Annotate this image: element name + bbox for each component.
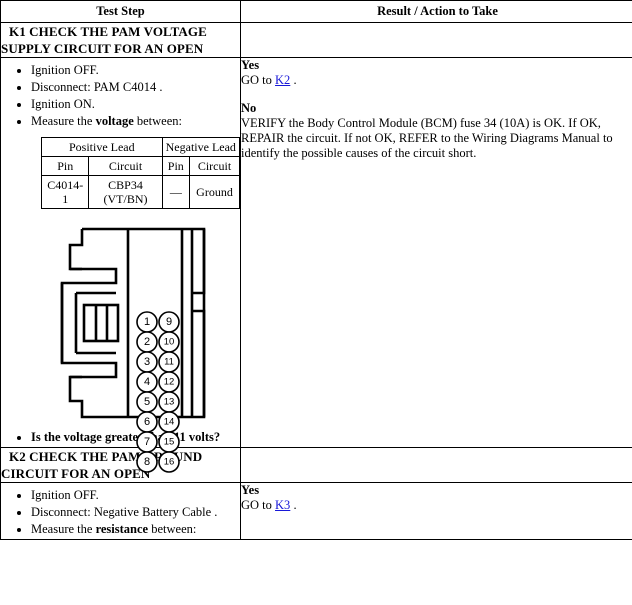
pin-label-9: 9 xyxy=(166,316,172,328)
leads-value-pos-circuit-line2: (VT/BN) xyxy=(103,192,148,206)
column-header-result-action: Result / Action to Take xyxy=(240,0,632,23)
connector-diagram-wrapper xyxy=(1,225,240,425)
step-k2-bullet-list: Ignition OFF. Disconnect: Negative Batte… xyxy=(1,487,240,537)
leads-group-header-row: Positive Lead Negative Lead xyxy=(41,137,241,157)
result-yes-label: Yes xyxy=(241,58,260,72)
pin-label-15: 15 xyxy=(164,437,175,448)
list-item: Measure the voltage between: xyxy=(31,113,240,129)
result-no-body: VERIFY the Body Control Module (BCM) fus… xyxy=(241,116,613,160)
step-k1-title-cell: K1 CHECK THE PAM VOLTAGE SUPPLY CIRCUIT … xyxy=(0,22,241,58)
leads-value-pos-pin: C4014-1 xyxy=(40,175,90,209)
pin-label-5: 5 xyxy=(144,396,150,408)
table-row: C4014-1 CBP34 (VT/BN) — Ground xyxy=(40,175,240,209)
result-no-label: No xyxy=(241,101,257,115)
step-k1-bullet-list: Ignition OFF. Disconnect: PAM C4014 . Ig… xyxy=(1,62,240,129)
pin-label-1: 1 xyxy=(144,316,150,328)
step-k1-title-line2: SUPPLY CIRCUIT FOR AN OPEN xyxy=(1,41,204,56)
leads-value-neg-circuit: Ground xyxy=(189,175,240,209)
document-page: Test Step Result / Action to Take K1 CHE… xyxy=(0,0,632,605)
step-k1-title-line1: K1 CHECK THE PAM VOLTAGE xyxy=(9,24,207,39)
result-yes-label-k2: Yes xyxy=(241,483,260,497)
list-item: Disconnect: PAM C4014 . xyxy=(31,79,240,95)
table-header-row: Test Step Result / Action to Take xyxy=(0,0,632,23)
result-yes-body: GO to K2 . xyxy=(241,73,632,88)
pin-label-6: 6 xyxy=(144,416,150,428)
list-item: Disconnect: Negative Battery Cable . xyxy=(31,504,240,520)
leads-header-neg-circuit: Circuit xyxy=(189,156,240,176)
step-k2-body-row: Ignition OFF. Disconnect: Negative Batte… xyxy=(0,482,632,540)
measurement-leads-table: Positive Lead Negative Lead Pin Circuit … xyxy=(40,137,241,209)
list-item: Ignition ON. xyxy=(31,96,240,112)
leads-header-neg-pin: Pin xyxy=(161,156,191,176)
measure-voltage-text: Measure the voltage between: xyxy=(31,114,182,128)
leads-column-header-row: Pin Circuit Pin Circuit xyxy=(40,156,240,176)
step-k1-question-list: Is the voltage greater than 11 volts? xyxy=(1,429,240,445)
pin-label-7: 7 xyxy=(144,436,150,448)
measure-resistance-text-keyword: resistance xyxy=(95,522,149,536)
leads-value-pos-circuit: CBP34 (VT/BN) xyxy=(88,175,163,209)
pin-label-12: 12 xyxy=(164,377,175,388)
pin-label-2: 2 xyxy=(144,336,150,348)
step-k2-title-line1: K2 CHECK THE PAM GROUND xyxy=(9,449,203,464)
measure-voltage-text-keyword: voltage xyxy=(95,114,134,128)
pin-label-14: 14 xyxy=(164,417,175,428)
leads-header-pos-circuit: Circuit xyxy=(88,156,163,176)
leads-value-neg-pin: — xyxy=(161,175,191,209)
step-k1-body-row: Ignition OFF. Disconnect: PAM C4014 . Ig… xyxy=(0,57,632,473)
result-yes-text-pre: GO to xyxy=(241,73,276,87)
step-k2-body-cell: Ignition OFF. Disconnect: Negative Batte… xyxy=(0,482,241,540)
pin-label-8: 8 xyxy=(144,456,150,468)
pin-label-10: 10 xyxy=(164,337,175,348)
pin-circles-svg: 1 9 2 10 3 11 4 12 5 13 6 14 7 15 8 16 xyxy=(136,311,180,473)
step-k2-title-row: K2 CHECK THE PAM GROUND CIRCUIT FOR AN O… xyxy=(0,447,632,483)
pin-label-3: 3 xyxy=(144,356,150,368)
leads-group-positive: Positive Lead xyxy=(41,137,163,157)
step-k1-body-cell: Ignition OFF. Disconnect: PAM C4014 . Ig… xyxy=(0,57,241,473)
step-k1-result-cell: Yes GO to K2 . No VERIFY the Body Contro… xyxy=(240,57,632,448)
list-item: Ignition OFF. xyxy=(31,62,240,78)
pin-label-16: 16 xyxy=(164,457,175,468)
connector-pin-circles: 1 9 2 10 3 11 4 12 5 13 6 14 7 15 8 16 xyxy=(135,311,183,477)
result-yes-text-pre-k2: GO to xyxy=(241,498,276,512)
step-k1-title-row: K1 CHECK THE PAM VOLTAGE SUPPLY CIRCUIT … xyxy=(0,22,632,58)
leads-value-pos-circuit-line1: CBP34 xyxy=(108,178,143,192)
pin-label-11: 11 xyxy=(164,357,174,368)
step-k2-title-line2: CIRCUIT FOR AN OPEN xyxy=(1,466,151,481)
leads-header-pos-pin: Pin xyxy=(40,156,90,176)
step-k1-title-result-spacer xyxy=(240,22,632,58)
measure-resistance-text: Measure the resistance between: xyxy=(31,522,197,536)
step-k2-result-cell: Yes GO to K3 . xyxy=(240,482,632,540)
result-spacer xyxy=(241,88,632,101)
pinpoint-test-table: Test Step Result / Action to Take K1 CHE… xyxy=(0,0,632,540)
link-k3[interactable]: K3 xyxy=(275,498,290,512)
list-item: Measure the resistance between: xyxy=(31,521,240,537)
list-item: Ignition OFF. xyxy=(31,487,240,503)
column-header-test-step: Test Step xyxy=(0,0,241,23)
step-k2-title-result-spacer xyxy=(240,447,632,483)
pin-label-13: 13 xyxy=(164,397,175,408)
pin-label-4: 4 xyxy=(144,376,150,388)
result-yes-text-post-k2: . xyxy=(290,498,297,512)
link-k2[interactable]: K2 xyxy=(275,73,290,87)
result-yes-body-k2: GO to K3 . xyxy=(241,498,632,513)
leads-group-negative: Negative Lead xyxy=(161,137,241,157)
step-k2-title-cell: K2 CHECK THE PAM GROUND CIRCUIT FOR AN O… xyxy=(0,447,241,483)
result-yes-text-post: . xyxy=(290,73,297,87)
